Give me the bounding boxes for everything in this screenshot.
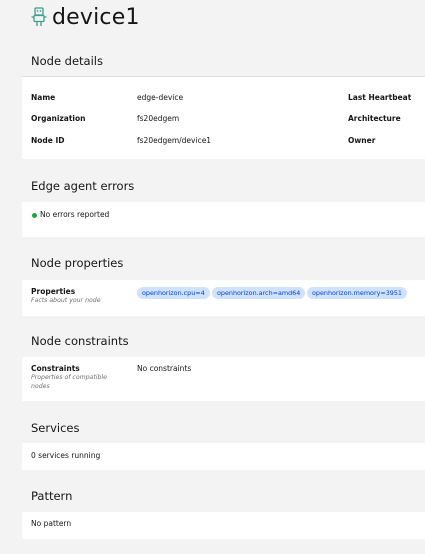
- errors-status-text: No errors reported: [40, 210, 110, 219]
- name-value: edge-device: [137, 93, 184, 102]
- pattern-heading: Pattern: [31, 489, 73, 503]
- node-id-value: fs20edgem/device1: [137, 136, 212, 145]
- constraints-label: Constraints: [31, 364, 80, 373]
- pattern-text: No pattern: [31, 519, 72, 528]
- node-properties-heading: Node properties: [31, 256, 124, 270]
- property-tag: openhorizon.memory=3951: [307, 287, 407, 299]
- node-constraints-card: Constraints Properties of compatible nod…: [22, 357, 425, 401]
- last-heartbeat-label: Last Heartbeat: [348, 93, 412, 102]
- node-id-label: Node ID: [31, 136, 65, 145]
- pattern-card: No pattern: [22, 512, 425, 539]
- property-tag: openhorizon.cpu=4: [137, 287, 210, 299]
- architecture-label: Architecture: [348, 114, 401, 123]
- node-details-heading: Node details: [31, 54, 103, 68]
- constraints-sublabel-line1: Properties of compatible: [31, 374, 107, 381]
- node-constraints-heading: Node constraints: [31, 334, 129, 348]
- constraints-sublabel-line2: nodes: [31, 383, 50, 390]
- services-running-text: 0 services running: [31, 451, 101, 460]
- constraints-value: No constraints: [137, 364, 192, 373]
- edge-agent-errors-heading: Edge agent errors: [31, 179, 135, 193]
- name-label: Name: [31, 93, 56, 102]
- edge-agent-errors-card: No errors reported: [22, 202, 425, 237]
- node-properties-card: Properties Facts about your node openhor…: [22, 280, 425, 316]
- property-tag: openhorizon.arch=amd64: [212, 287, 306, 299]
- device-robot-icon: [31, 7, 47, 26]
- services-heading: Services: [31, 421, 80, 435]
- page-title: device1: [52, 4, 140, 30]
- organization-value: fs20edgem: [137, 114, 180, 123]
- organization-label: Organization: [31, 114, 86, 123]
- status-ok-icon: [32, 213, 37, 218]
- services-card: 0 services running: [22, 443, 425, 470]
- properties-label: Properties: [31, 287, 76, 296]
- page-header: device1: [30, 4, 140, 30]
- properties-sublabel: Facts about your node: [31, 297, 101, 304]
- owner-label: Owner: [348, 136, 376, 145]
- node-details-card: Name edge-device Last Heartbeat Organiza…: [22, 77, 425, 159]
